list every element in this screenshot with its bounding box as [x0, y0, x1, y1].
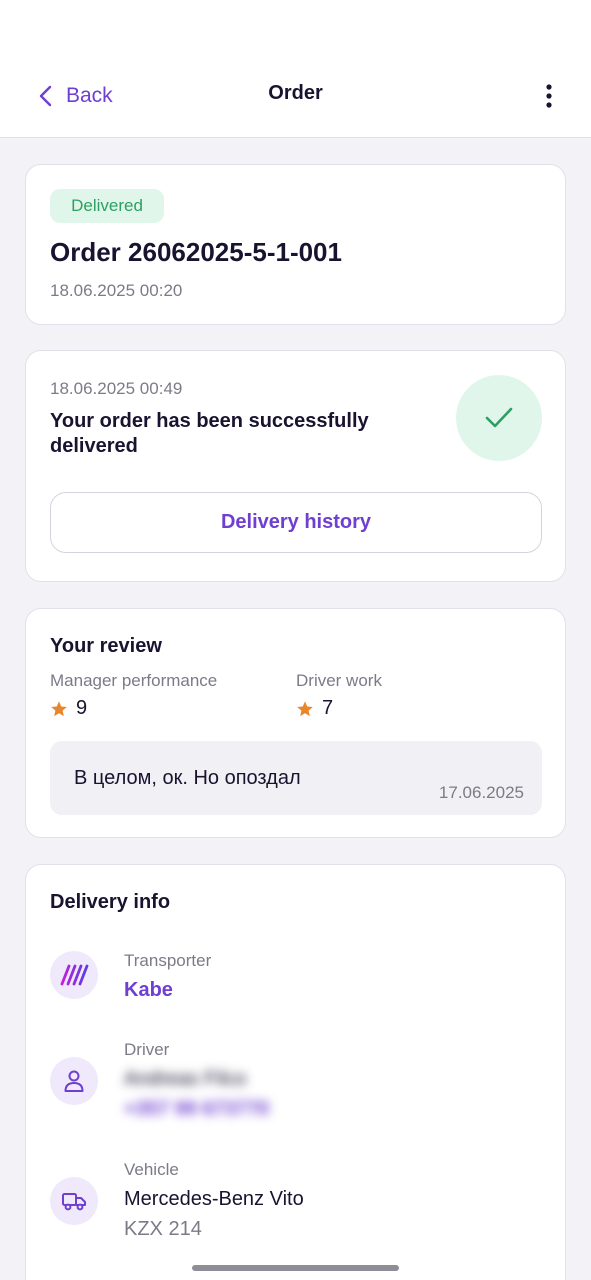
driver-name: Andreas Filco — [124, 1068, 247, 1090]
review-date: 17.06.2025 — [438, 783, 524, 802]
top-app-bar: Back Order — [0, 60, 591, 138]
order-title: Order 26062025-5-1-001 — [50, 237, 342, 267]
review-title: Your review — [50, 635, 162, 657]
manager-rating-value: 9 — [76, 697, 88, 719]
transporter-logo-icon — [50, 951, 98, 999]
star-icon — [51, 700, 67, 716]
status-bar — [0, 0, 591, 60]
driver-rating: Driver work 7 — [296, 671, 382, 720]
transporter-link[interactable]: Kabe — [124, 979, 173, 1002]
review-comment: В целом, ок. Но опоздал — [74, 767, 301, 789]
delivered-status-indicator — [456, 375, 542, 461]
manager-rating-label: Manager performance — [50, 671, 218, 690]
person-icon — [50, 1057, 98, 1105]
transporter-row: Transporter Kabe — [50, 951, 542, 1011]
status-message: Your order has been successfully deliver… — [50, 410, 369, 457]
delivery-info-title: Delivery info — [50, 891, 171, 913]
vehicle-plate: KZX 214 — [124, 1218, 202, 1240]
vehicle-row: Vehicle Mercedes-Benz Vito KZX 214 — [50, 1160, 542, 1252]
status-date: 18.06.2025 00:49 — [50, 379, 183, 398]
review-comment-box: В целом, ок. Но опоздал 17.06.2025 — [50, 741, 542, 815]
manager-rating: Manager performance 9 — [50, 671, 217, 720]
order-date: 18.06.2025 00:20 — [50, 281, 183, 300]
driver-rating-value: 7 — [322, 697, 334, 719]
driver-rating-label: Driver work — [296, 671, 382, 690]
order-summary-card: Delivered Order 26062025-5-1-001 18.06.2… — [25, 164, 566, 325]
transporter-label: Transporter — [124, 951, 212, 970]
page-title: Order — [268, 82, 323, 104]
home-indicator — [192, 1265, 399, 1271]
check-icon — [485, 407, 513, 428]
driver-label: Driver — [124, 1040, 170, 1059]
delivery-status-card: 18.06.2025 00:49 Your order has been suc… — [25, 350, 566, 582]
vehicle-model: Mercedes-Benz Vito — [124, 1188, 304, 1210]
status-badge: Delivered — [50, 189, 164, 223]
driver-row: Driver Andreas Filco +357 99 673770 — [50, 1040, 542, 1132]
more-vertical-icon[interactable] — [543, 82, 555, 110]
star-icon — [297, 700, 313, 716]
vehicle-label: Vehicle — [124, 1160, 179, 1179]
review-card: Your review Manager performance 9 Driver… — [25, 608, 566, 838]
truck-icon — [50, 1177, 98, 1225]
delivery-info-card: Delivery info Transporter Kabe Driver An… — [25, 864, 566, 1280]
delivery-history-button[interactable]: Delivery history — [50, 492, 542, 553]
driver-phone-link[interactable]: +357 99 673770 — [124, 1098, 269, 1121]
